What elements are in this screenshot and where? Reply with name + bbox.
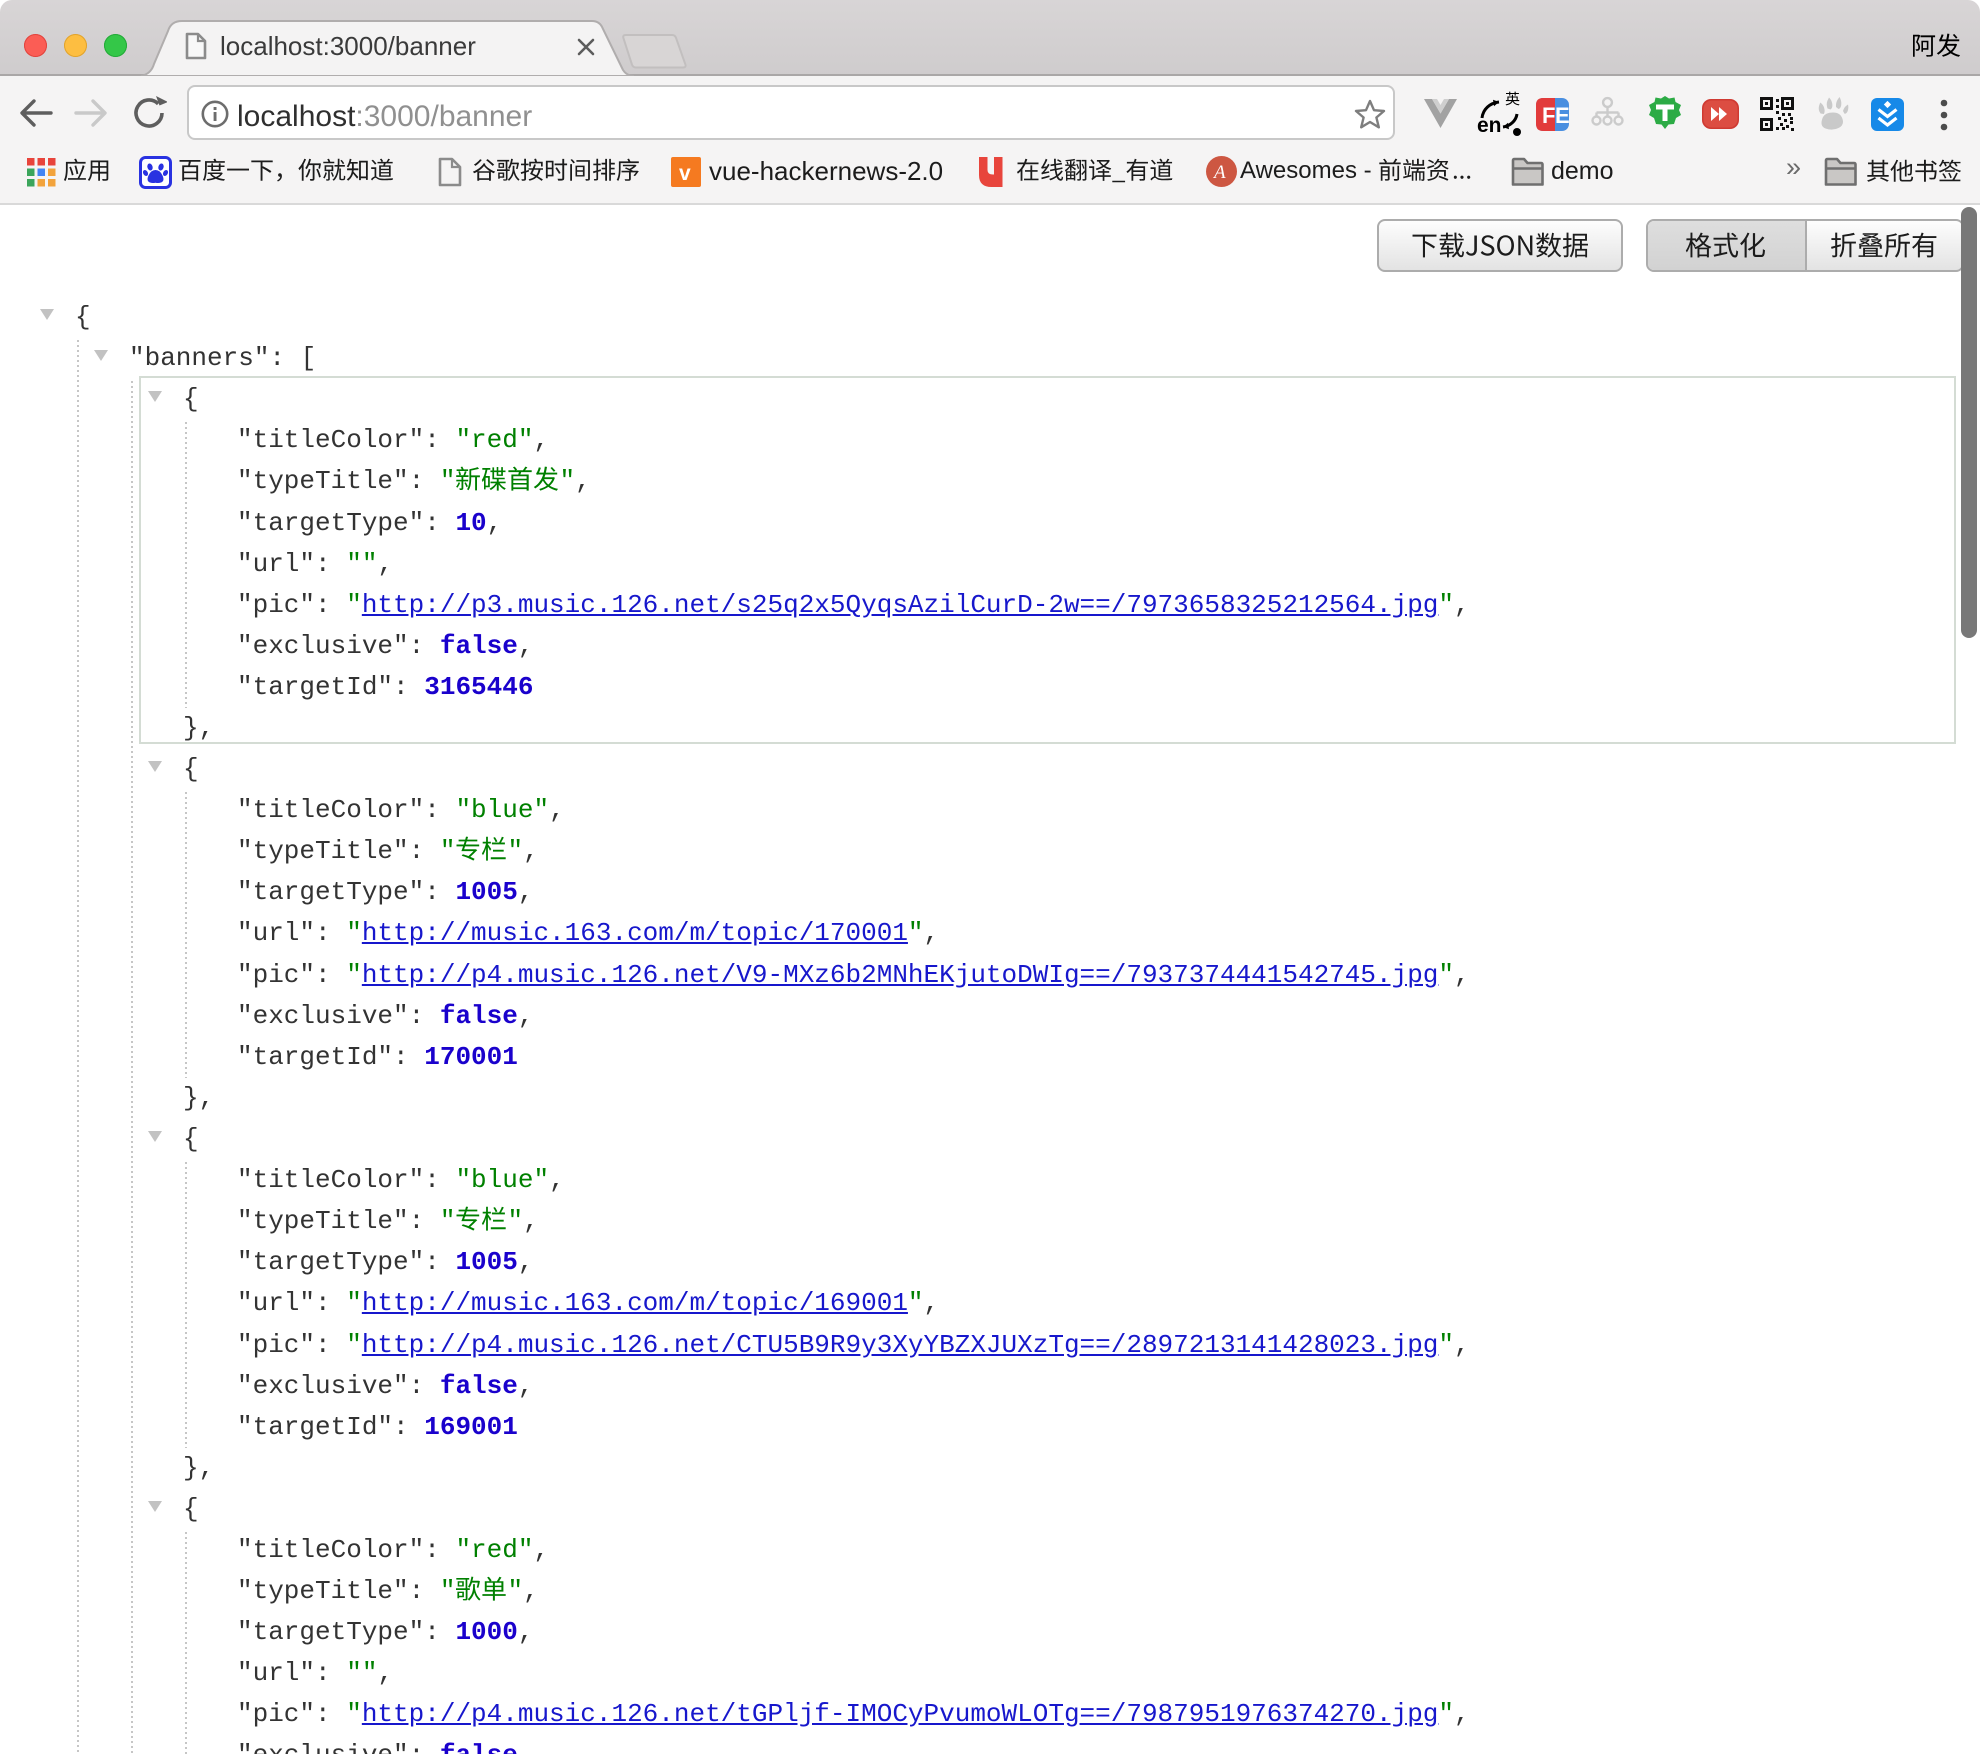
svg-text:v: v [679, 162, 691, 185]
svg-text:F: F [1542, 103, 1555, 128]
svg-text:E: E [1555, 103, 1569, 128]
svg-text:A: A [1212, 162, 1226, 183]
